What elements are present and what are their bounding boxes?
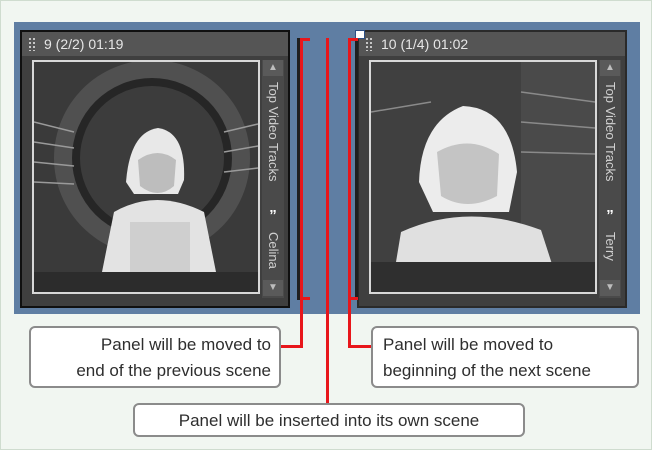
leader-next-vertical — [348, 300, 351, 348]
spaceship-sketch-image — [34, 62, 258, 292]
panel-thumbnail[interactable] — [32, 60, 260, 294]
track-strip: ▲ Top Video Tracks ” Terry ▼ — [599, 60, 621, 298]
track-name-label: Terry — [603, 232, 618, 261]
drop-zone-previous-line — [300, 38, 303, 300]
callout-next-scene: Panel will be moved to beginning of the … — [371, 326, 639, 388]
panel-header[interactable]: 10 (1/4) 01:02 — [359, 32, 625, 56]
callout-own-scene: Panel will be inserted into its own scen… — [133, 403, 525, 437]
track-strip: ▲ Top Video Tracks ” Celina ▼ — [262, 60, 284, 298]
leader-next-horizontal — [348, 345, 372, 348]
scroll-down-button[interactable]: ▼ — [263, 280, 283, 296]
track-name-label: Celina — [266, 232, 281, 269]
callout-line: Panel will be moved to — [383, 335, 554, 354]
drop-zone-edge — [355, 38, 358, 300]
scene-panel-10[interactable]: 10 (1/4) 01:02 ▲ Top Video Tracks ” Terr… — [357, 30, 627, 308]
callout-line: beginning of the next scene — [383, 361, 591, 380]
callout-line: end of the previous scene — [76, 361, 271, 380]
callout-previous-scene: Panel will be moved to end of the previo… — [29, 326, 281, 388]
panel-thumbnail[interactable] — [369, 60, 597, 294]
scroll-down-button[interactable]: ▼ — [600, 280, 620, 296]
drag-handle-icon[interactable] — [365, 37, 373, 51]
panel-header[interactable]: 9 (2/2) 01:19 — [22, 32, 288, 56]
leader-previous-vertical — [300, 300, 303, 348]
scroll-up-button[interactable]: ▲ — [600, 60, 620, 76]
dialogue-quote-icon[interactable]: ” — [602, 208, 618, 224]
panel-title: 10 (1/4) 01:02 — [381, 36, 469, 52]
drop-zone-previous-bracket-top — [300, 38, 310, 41]
scroll-up-button[interactable]: ▲ — [263, 60, 283, 76]
drop-zone-next-line — [348, 38, 351, 300]
track-label: Top Video Tracks — [266, 82, 281, 182]
character-sketch-image — [371, 62, 595, 292]
dialogue-quote-icon[interactable]: ” — [265, 208, 281, 224]
drag-handle-icon[interactable] — [28, 37, 36, 51]
callout-line: Panel will be moved to — [100, 335, 271, 354]
scene-panel-9[interactable]: 9 (2/2) 01:19 ▲ Top Video Tracks ” Celin… — [20, 30, 290, 308]
track-label: Top Video Tracks — [603, 82, 618, 182]
panel-title: 9 (2/2) 01:19 — [44, 36, 124, 52]
leader-previous-horizontal — [281, 345, 303, 348]
drop-zone-next-bracket-top — [348, 38, 358, 41]
drop-zone-own-scene-line — [326, 38, 329, 404]
